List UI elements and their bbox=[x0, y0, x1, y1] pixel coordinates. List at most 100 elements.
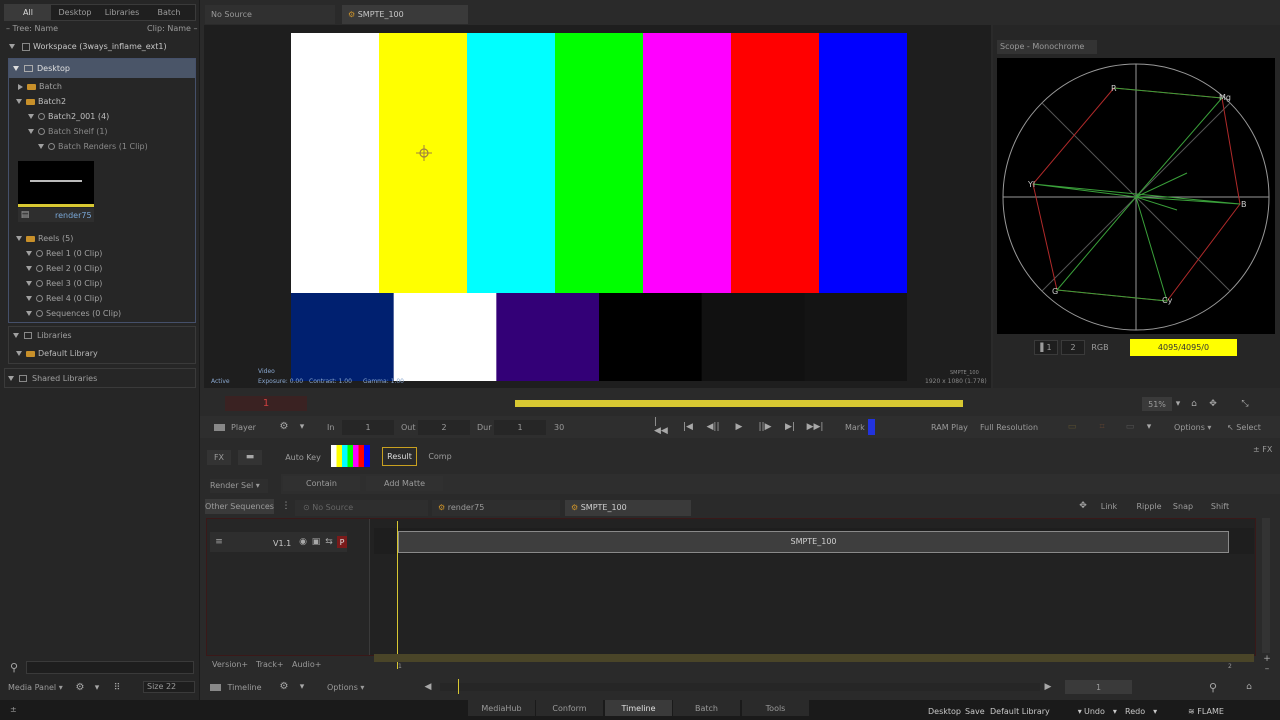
expand-arrow-icon[interactable] bbox=[13, 66, 19, 71]
timeline-mode-button[interactable]: Timeline bbox=[207, 680, 265, 694]
scroll-right-icon[interactable]: ▶ bbox=[1043, 681, 1053, 693]
tree-sort-label[interactable]: – Tree: Name bbox=[6, 24, 58, 33]
search-icon[interactable]: ⚲ bbox=[1206, 680, 1220, 694]
tab-libraries[interactable]: Libraries bbox=[99, 5, 145, 20]
expand-arrow-icon[interactable] bbox=[26, 281, 32, 286]
expand-arrow-icon[interactable] bbox=[9, 44, 15, 49]
ram-play-button[interactable]: RAM Play bbox=[931, 423, 968, 432]
tree-reel-2[interactable]: Reel 2 (0 Clip) bbox=[26, 264, 102, 274]
move-icon[interactable]: ✥ bbox=[1076, 499, 1090, 513]
bottom-scrubber[interactable] bbox=[440, 683, 1040, 691]
tree-batch2[interactable]: Batch2 bbox=[16, 97, 66, 107]
zoom-out-icon[interactable]: – bbox=[1262, 664, 1272, 674]
primary-track-badge[interactable]: P bbox=[337, 536, 347, 548]
status-undo-menu[interactable]: Undo ▾ bbox=[1084, 707, 1117, 716]
tree-batch-renders[interactable]: Batch Renders (1 Clip) bbox=[38, 142, 148, 152]
playhead[interactable] bbox=[397, 521, 398, 669]
fx-button[interactable]: FX bbox=[207, 450, 231, 465]
tab-all[interactable]: All bbox=[5, 5, 51, 20]
size-slider[interactable]: Size 22 bbox=[143, 681, 195, 693]
player-button[interactable]: Player bbox=[207, 420, 263, 434]
tree-sequences[interactable]: Sequences (0 Clip) bbox=[26, 309, 121, 319]
bottom-options-menu[interactable]: Options ▾ bbox=[327, 683, 364, 692]
mark-button[interactable] bbox=[868, 419, 875, 435]
expand-arrow-icon[interactable] bbox=[26, 311, 32, 316]
comp-button[interactable]: Comp bbox=[425, 447, 455, 466]
status-tab-mediahub[interactable]: MediaHub bbox=[468, 700, 535, 716]
render-sel-menu[interactable]: Render Sel ▾ bbox=[210, 479, 268, 493]
tree-batch[interactable]: Batch bbox=[18, 82, 62, 92]
select-tool[interactable]: ↖ Select bbox=[1227, 423, 1261, 432]
full-resolution-button[interactable]: Full Resolution bbox=[980, 423, 1038, 432]
next-frame-icon[interactable]: ▶| bbox=[782, 420, 798, 434]
track-plus-button[interactable]: Track+ bbox=[256, 660, 284, 669]
expand-arrow-icon[interactable] bbox=[28, 114, 34, 119]
expand-arrow-icon[interactable] bbox=[16, 236, 22, 241]
tree-reel-3[interactable]: Reel 3 (0 Clip) bbox=[26, 279, 102, 289]
add-matte-button[interactable]: Add Matte bbox=[366, 476, 443, 491]
seq-tab-render75[interactable]: ⚙ render75 bbox=[432, 500, 560, 516]
status-desktop-button[interactable]: Desktop bbox=[928, 707, 961, 716]
tree-reels[interactable]: Reels (5) bbox=[16, 234, 73, 244]
audio-plus-button[interactable]: Audio+ bbox=[292, 660, 321, 669]
out-field[interactable]: 2 bbox=[418, 420, 470, 435]
color-bars-image[interactable] bbox=[291, 33, 907, 381]
tree-default-library[interactable]: Default Library bbox=[16, 349, 98, 359]
vectorscope[interactable]: R Mg Yl B G Cy bbox=[997, 58, 1275, 334]
compare-icon[interactable]: ▭ bbox=[1122, 420, 1138, 434]
media-panel-menu[interactable]: Media Panel ▾ bbox=[8, 683, 63, 692]
chevron-down-icon[interactable]: ▾ bbox=[1144, 420, 1154, 434]
scroll-left-icon[interactable]: ◀ bbox=[423, 681, 433, 693]
clip-sort-label[interactable]: Clip: Name – bbox=[147, 24, 198, 33]
current-frame[interactable]: 1 bbox=[225, 396, 307, 411]
version-plus-button[interactable]: Version+ bbox=[212, 660, 248, 669]
gear-icon[interactable]: ⚙ bbox=[278, 421, 290, 433]
scope-mode[interactable]: RGB bbox=[1088, 340, 1112, 355]
seq-tab-smpte[interactable]: ⚙ SMPTE_100 bbox=[565, 500, 691, 516]
status-tab-batch[interactable]: Batch bbox=[673, 700, 740, 716]
scope-field-1[interactable]: ▌ 1 bbox=[1034, 340, 1058, 355]
scope-title-tab[interactable]: Scope - Monochrome bbox=[997, 40, 1097, 54]
play-icon[interactable]: ▶ bbox=[732, 420, 746, 434]
fx-right-toggle[interactable]: ± FX bbox=[1253, 445, 1272, 454]
chevron-down-icon[interactable]: ▾ bbox=[1173, 398, 1183, 410]
result-button[interactable]: Result bbox=[382, 447, 417, 466]
tab-batch[interactable]: Batch bbox=[146, 5, 192, 20]
snap-button[interactable]: Snap bbox=[1170, 499, 1196, 513]
zoom-in-icon[interactable]: + bbox=[1262, 654, 1272, 664]
expand-arrow-icon[interactable] bbox=[16, 99, 22, 104]
tree-desktop[interactable]: Desktop bbox=[13, 64, 70, 74]
clip-icon[interactable]: ▬ bbox=[238, 450, 262, 465]
prev-frame-icon[interactable]: |◀ bbox=[680, 420, 696, 434]
expand-arrow-icon[interactable] bbox=[28, 129, 34, 134]
contain-button[interactable]: Contain bbox=[283, 476, 360, 491]
shift-button[interactable]: Shift bbox=[1206, 499, 1234, 513]
status-left-icon[interactable]: ± bbox=[10, 705, 17, 714]
tree-libraries[interactable]: Libraries bbox=[13, 331, 72, 341]
scope-field-2[interactable]: 2 bbox=[1061, 340, 1085, 355]
fit-view-icon[interactable]: ✥ bbox=[1206, 397, 1220, 411]
zoom-field[interactable]: 51% bbox=[1142, 397, 1172, 411]
viewer-tab-no-source[interactable]: No Source bbox=[205, 5, 335, 24]
expand-arrow-icon[interactable] bbox=[26, 251, 32, 256]
result-thumbnail[interactable] bbox=[331, 445, 370, 467]
expand-arrow-icon[interactable] bbox=[13, 333, 19, 338]
status-library-menu[interactable]: Default Library ▾ bbox=[990, 707, 1082, 716]
collapse-arrow-icon[interactable] bbox=[18, 83, 23, 90]
chevron-down-icon[interactable]: ▾ bbox=[297, 681, 307, 693]
playback-progress[interactable] bbox=[515, 400, 963, 407]
track-grip-icon[interactable]: ≡ bbox=[214, 537, 224, 547]
visibility-icon[interactable]: ◉ bbox=[298, 537, 308, 547]
list-view-icon[interactable]: ⠿ bbox=[111, 682, 123, 694]
auto-key-button[interactable]: Auto Key bbox=[283, 450, 323, 465]
status-tab-timeline[interactable]: Timeline bbox=[605, 700, 672, 716]
gear-icon[interactable]: ⚙ bbox=[278, 681, 290, 693]
status-tab-tools[interactable]: Tools bbox=[742, 700, 809, 716]
other-sequences-button[interactable]: Other Sequences bbox=[205, 499, 274, 514]
search-input[interactable] bbox=[26, 661, 194, 674]
chevron-down-icon[interactable]: ▾ bbox=[297, 421, 307, 433]
grip-icon[interactable]: ⋮ bbox=[281, 499, 291, 514]
dur-field[interactable]: 1 bbox=[494, 420, 546, 435]
expand-arrow-icon[interactable] bbox=[38, 144, 44, 149]
tree-reel-4[interactable]: Reel 4 (0 Clip) bbox=[26, 294, 102, 304]
